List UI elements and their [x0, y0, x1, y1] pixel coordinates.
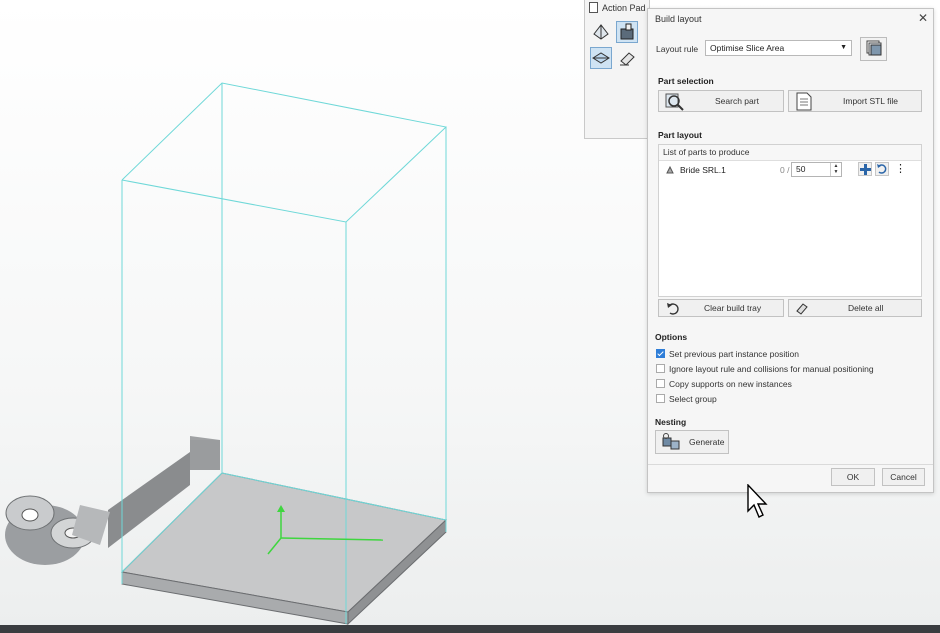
document-icon [589, 2, 598, 13]
delete-icon [796, 303, 808, 315]
action-pad-title: Action Pad [589, 2, 646, 13]
footer-divider [648, 464, 933, 465]
status-strip [0, 625, 940, 633]
parts-list[interactable]: List of parts to produce Bride SRL.1 0 /… [658, 144, 922, 297]
nesting-heading: Nesting [655, 417, 687, 427]
stl-file-icon [796, 92, 812, 111]
bride-part [5, 495, 110, 565]
action-pad: Action Pad [584, 0, 650, 139]
option-label: Ignore layout rule and collisions for ma… [669, 364, 874, 374]
mouse-cursor-icon [747, 484, 768, 518]
cancel-button[interactable]: Cancel [882, 468, 925, 486]
list-item[interactable]: Bride SRL.1 0 / 50 ▲ ▼ ⋮ [659, 162, 921, 179]
search-part-label: Search part [715, 96, 759, 106]
checkbox[interactable] [656, 379, 665, 388]
parts-list-header: List of parts to produce [659, 145, 921, 161]
clear-build-tray-button[interactable]: Clear build tray [658, 299, 784, 317]
close-icon[interactable]: ✕ [918, 11, 928, 25]
layout-rule-value: Optimise Slice Area [710, 43, 785, 53]
part-produced: 0 / [780, 165, 790, 175]
magnifier-icon [665, 93, 684, 111]
slab-part-block [190, 440, 220, 470]
option-label: Copy supports on new instances [669, 379, 792, 389]
layout-rule-select[interactable]: Optimise Slice Area ▼ [705, 40, 852, 56]
generate-label: Generate [689, 437, 725, 447]
quantity-value: 50 [796, 164, 806, 174]
checkbox[interactable] [656, 394, 665, 403]
quantity-stepper[interactable]: 50 ▲ ▼ [791, 162, 842, 177]
generate-button[interactable]: Generate [655, 430, 729, 454]
checkbox-checked[interactable] [656, 349, 665, 358]
part-icon [666, 165, 674, 174]
plus-icon[interactable] [858, 162, 872, 176]
import-stl-button[interactable]: Import STL file [788, 90, 922, 112]
options-heading: Options [655, 332, 688, 342]
option-label: Select group [669, 394, 717, 404]
parts-stack-button[interactable] [860, 37, 887, 61]
delete-all-label: Delete all [848, 303, 884, 313]
undo-icon [667, 303, 679, 315]
build-layout-dialog: Build layout ✕ Layout rule Optimise Slic… [647, 8, 934, 493]
generate-icon [662, 433, 680, 450]
part-selection-heading: Part selection [658, 76, 714, 86]
plane-view-icon[interactable] [590, 21, 612, 43]
eraser-icon[interactable] [616, 47, 638, 69]
spin-arrows-icon[interactable]: ▲ ▼ [830, 163, 841, 176]
more-icon[interactable]: ⋮ [895, 162, 906, 176]
import-stl-label: Import STL file [843, 96, 898, 106]
part-tool-icon[interactable] [616, 21, 638, 43]
delete-all-button[interactable]: Delete all [788, 299, 922, 317]
tray-icon[interactable] [590, 47, 612, 69]
part-layout-heading: Part layout [658, 130, 702, 140]
layout-rule-label: Layout rule [656, 44, 699, 54]
part-name: Bride SRL.1 [680, 165, 726, 175]
action-pad-label: Action Pad [602, 2, 646, 13]
option-label: Set previous part instance position [669, 349, 799, 359]
search-part-button[interactable]: Search part [658, 90, 784, 112]
undo-icon[interactable] [875, 162, 889, 176]
dialog-title: Build layout [655, 14, 702, 24]
chevron-down-icon: ▼ [840, 44, 847, 51]
parts-stack-icon [866, 40, 882, 56]
clear-build-tray-label: Clear build tray [704, 303, 762, 313]
checkbox[interactable] [656, 364, 665, 373]
ok-button[interactable]: OK [831, 468, 875, 486]
